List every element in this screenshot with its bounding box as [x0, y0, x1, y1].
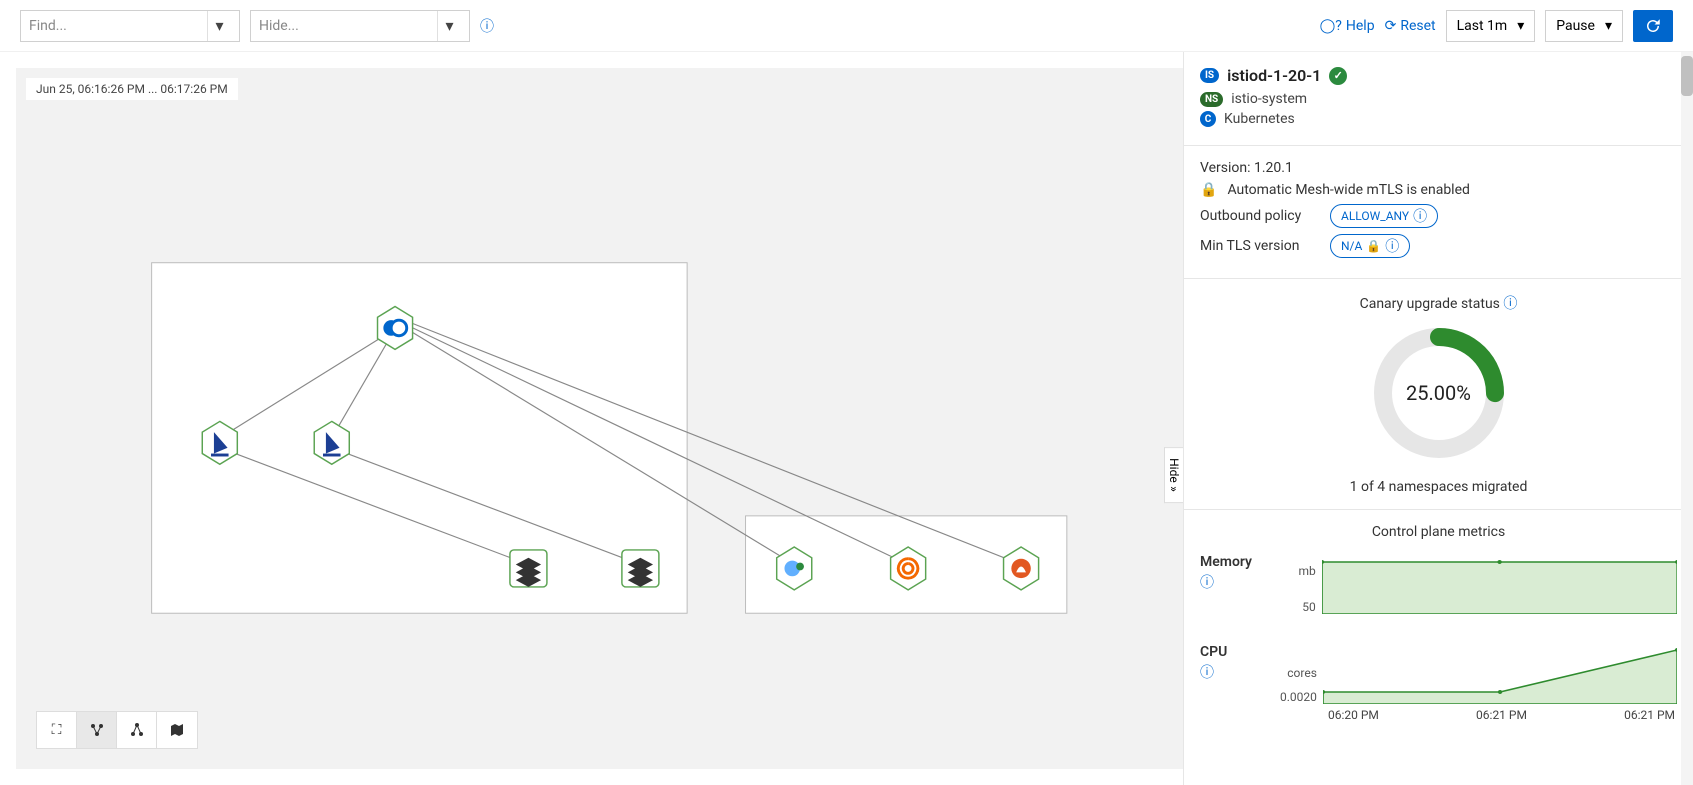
- x-tick: 06:21 PM: [1624, 708, 1675, 722]
- reset-icon: ⟳: [1385, 18, 1397, 34]
- gopher-icon: [796, 563, 804, 571]
- outbound-row: Outbound policy ALLOW_ANY ⓘ: [1200, 204, 1677, 228]
- scrollbar[interactable]: [1681, 52, 1693, 785]
- layout-button-1[interactable]: [77, 712, 117, 748]
- scrollbar-thumb[interactable]: [1681, 56, 1693, 96]
- layout-button-2[interactable]: [117, 712, 157, 748]
- x-tick: 06:20 PM: [1328, 708, 1379, 722]
- cpu-chart[interactable]: cores 0.0020 06:20 PM 06:21 PM: [1280, 644, 1677, 722]
- hide-panel-tab[interactable]: Hide »: [1164, 447, 1183, 503]
- namespace-row: NS istio-system: [1200, 91, 1677, 107]
- find-input[interactable]: [29, 18, 207, 34]
- toolbar: ▾ ▾ ⓘ ◯? Help ⟳ Reset Last 1m ▾ Pause ▾: [0, 0, 1693, 52]
- x-axis-ticks: 06:20 PM 06:21 PM 06:21 PM: [1326, 708, 1677, 722]
- lock-icon: 🔒: [1200, 182, 1217, 198]
- caret-down-icon: ▾: [1605, 18, 1612, 34]
- cluster-label: Kubernetes: [1224, 111, 1295, 127]
- canary-title: Canary upgrade status ⓘ: [1200, 293, 1677, 313]
- main-area: Jun 25, 06:16:26 PM ... 06:17:26 PM: [0, 52, 1693, 785]
- map-button[interactable]: [157, 712, 197, 748]
- min-tls-value: N/A: [1341, 239, 1362, 253]
- y-tick: 50: [1280, 600, 1316, 614]
- version-label: Version: 1.20.1: [1200, 160, 1293, 176]
- ns-badge: NS: [1200, 92, 1223, 107]
- graph-canvas[interactable]: Jun 25, 06:16:26 PM ... 06:17:26 PM: [16, 68, 1183, 769]
- help-label: Help: [1346, 18, 1375, 34]
- chart-unit: mb: [1280, 564, 1316, 578]
- tls-pill[interactable]: N/A 🔒 ⓘ: [1330, 234, 1410, 258]
- info-icon: ⓘ: [1413, 206, 1427, 226]
- info-icon[interactable]: ⓘ: [1200, 662, 1270, 682]
- caret-down-icon[interactable]: ▾: [207, 11, 231, 41]
- reset-label: Reset: [1400, 18, 1435, 34]
- x-tick: 06:21 PM: [1476, 708, 1527, 722]
- outbound-pill[interactable]: ALLOW_ANY ⓘ: [1330, 204, 1438, 228]
- canary-section: Canary upgrade status ⓘ 25.00% 1 of 4 na…: [1184, 278, 1693, 509]
- sail-icon: [323, 454, 341, 457]
- time-range-label: Last 1m: [1457, 18, 1508, 34]
- hide-tab-label: Hide: [1167, 458, 1181, 483]
- pause-select[interactable]: Pause ▾: [1545, 10, 1623, 42]
- chart-unit: cores: [1280, 666, 1317, 680]
- cluster-row: C Kubernetes: [1200, 111, 1677, 127]
- hide-dropdown[interactable]: ▾: [250, 10, 470, 42]
- panel-title-row: IS istiod-1-20-1 ✓: [1200, 66, 1677, 85]
- graph-controls: ⛶: [36, 711, 198, 749]
- info-icon[interactable]: ⓘ: [480, 16, 494, 36]
- info-icon: ⓘ: [1385, 236, 1399, 256]
- canary-caption: 1 of 4 namespaces migrated: [1200, 479, 1677, 495]
- help-link[interactable]: ◯? Help: [1320, 18, 1375, 34]
- is-badge: IS: [1200, 68, 1219, 83]
- memory-chart[interactable]: mb 50: [1280, 554, 1677, 614]
- tls-row: Min TLS version N/A 🔒 ⓘ: [1200, 234, 1677, 258]
- info-icon[interactable]: ⓘ: [1200, 572, 1270, 592]
- cpu-label: CPU ⓘ: [1200, 644, 1270, 682]
- lock-icon: 🔒: [1366, 239, 1381, 253]
- refresh-button[interactable]: [1633, 10, 1673, 42]
- outbound-value: ALLOW_ANY: [1341, 209, 1409, 223]
- reset-link[interactable]: ⟳ Reset: [1385, 18, 1436, 34]
- topology-graph[interactable]: [16, 68, 1183, 769]
- mtls-label: Automatic Mesh-wide mTLS is enabled: [1227, 182, 1469, 198]
- config-section: Version: 1.20.1 🔒 Automatic Mesh-wide mT…: [1184, 145, 1693, 278]
- panel-title: istiod-1-20-1: [1227, 66, 1321, 85]
- health-ok-icon: ✓: [1329, 67, 1347, 85]
- info-icon[interactable]: ⓘ: [1503, 296, 1517, 312]
- node-root-icon: [391, 320, 407, 336]
- cpu-metric: CPU ⓘ cores 0.0020: [1200, 644, 1677, 722]
- caret-down-icon: ▾: [1517, 18, 1524, 34]
- toolbar-right: ◯? Help ⟳ Reset Last 1m ▾ Pause ▾: [1320, 10, 1673, 42]
- metrics-section: Control plane metrics Memory ⓘ mb 50: [1184, 509, 1693, 766]
- help-icon: ◯?: [1320, 18, 1342, 34]
- caret-down-icon[interactable]: ▾: [437, 11, 461, 41]
- chevron-right-icon: »: [1167, 486, 1181, 492]
- canary-donut: 25.00%: [1369, 323, 1509, 463]
- memory-metric: Memory ⓘ mb 50: [1200, 554, 1677, 614]
- mtls-row: 🔒 Automatic Mesh-wide mTLS is enabled: [1200, 182, 1677, 198]
- canary-percent: 25.00%: [1369, 323, 1509, 463]
- min-tls-label: Min TLS version: [1200, 238, 1320, 254]
- find-dropdown[interactable]: ▾: [20, 10, 240, 42]
- cluster-badge: C: [1200, 111, 1216, 127]
- sail-icon: [211, 454, 229, 457]
- namespace-label: istio-system: [1231, 91, 1307, 107]
- time-range-select[interactable]: Last 1m ▾: [1446, 10, 1536, 42]
- panel-header: IS istiod-1-20-1 ✓ NS istio-system C Kub…: [1184, 52, 1693, 145]
- pause-label: Pause: [1556, 18, 1595, 34]
- outbound-label: Outbound policy: [1200, 208, 1320, 224]
- version-row: Version: 1.20.1: [1200, 160, 1677, 176]
- y-tick: 0.0020: [1280, 690, 1317, 704]
- refresh-icon: [1644, 17, 1662, 35]
- details-panel: IS istiod-1-20-1 ✓ NS istio-system C Kub…: [1183, 52, 1693, 785]
- memory-label: Memory ⓘ: [1200, 554, 1270, 592]
- fit-button[interactable]: ⛶: [37, 712, 77, 748]
- hide-input[interactable]: [259, 18, 437, 34]
- metrics-title: Control plane metrics: [1200, 524, 1677, 540]
